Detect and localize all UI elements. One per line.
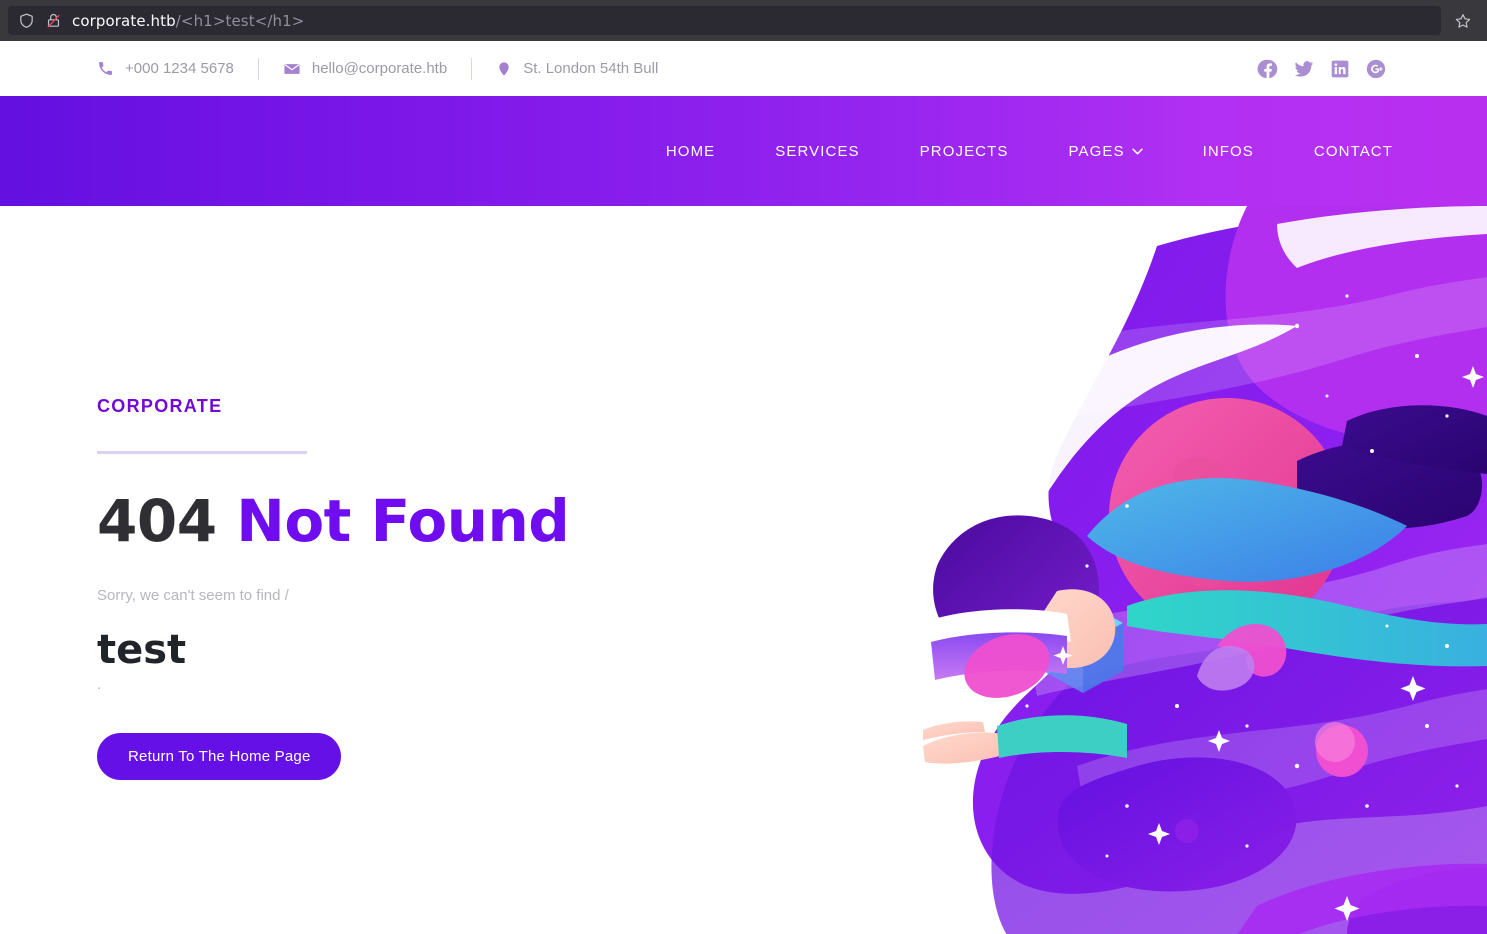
nav-item-pages[interactable]: PAGES <box>1068 133 1143 170</box>
url-path: /<h1>test</h1> <box>175 11 305 30</box>
url-text[interactable]: corporate.htb/<h1>test</h1> <box>72 12 304 30</box>
error-code: 404 <box>97 487 217 555</box>
location-pin-icon <box>496 60 512 78</box>
contact-separator <box>257 57 259 80</box>
contact-email[interactable]: hello@corporate.htb <box>283 60 447 78</box>
address-bar[interactable]: corporate.htb/<h1>test</h1> <box>8 6 1441 35</box>
return-home-button[interactable]: Return To The Home Page <box>97 732 342 780</box>
url-host: corporate.htb <box>72 11 176 30</box>
page-title: 404 Not Found <box>97 489 797 554</box>
lock-crossed-icon[interactable] <box>45 12 62 29</box>
contact-phone[interactable]: +000 1234 5678 <box>97 60 234 77</box>
nav-item-label: CONTACT <box>1313 142 1393 160</box>
twitter-icon[interactable] <box>1291 56 1317 82</box>
nav-item-label: PROJECTS <box>919 142 1009 160</box>
contact-email-label: hello@corporate.htb <box>311 60 448 77</box>
nav-item-home[interactable]: HOME <box>666 133 715 170</box>
nav-item-infos[interactable]: INFOS <box>1203 133 1254 170</box>
contact-group: +000 1234 5678 hello@corporate.htb St. L… <box>97 57 658 80</box>
nav-item-label: SERVICES <box>775 142 860 160</box>
injected-heading: test <box>97 626 187 673</box>
contact-separator <box>471 57 473 80</box>
bookmark-star-icon[interactable] <box>1447 6 1479 35</box>
hero-content: CORPORATE 404 Not Found Sorry, we can't … <box>97 396 797 780</box>
facebook-icon[interactable] <box>1255 56 1281 82</box>
social-links <box>1255 56 1389 82</box>
nav-item-projects[interactable]: PROJECTS <box>920 133 1009 170</box>
error-description: Sorry, we can't seem to find / <box>97 586 289 604</box>
nav-item-contact[interactable]: CONTACT <box>1314 133 1393 170</box>
top-contact-bar: +000 1234 5678 hello@corporate.htb St. L… <box>0 41 1487 96</box>
nav-item-label: INFOS <box>1202 142 1254 160</box>
page-eyebrow: CORPORATE <box>97 396 223 416</box>
google-plus-icon[interactable] <box>1363 56 1389 82</box>
title-divider <box>97 451 307 454</box>
nav-item-services[interactable]: SERVICES <box>775 133 859 170</box>
nav-item-label: HOME <box>665 142 716 160</box>
contact-address[interactable]: St. London 54th Bull <box>496 60 658 78</box>
injected-trailing-text: . <box>97 675 102 693</box>
browser-chrome: corporate.htb/<h1>test</h1> <box>0 0 1487 41</box>
shield-icon[interactable] <box>18 12 35 29</box>
contact-phone-label: +000 1234 5678 <box>125 60 234 77</box>
nav-list: HOME SERVICES PROJECTS PAGES INFOS CONTA… <box>666 133 1393 170</box>
contact-address-label: St. London 54th Bull <box>523 60 659 77</box>
phone-icon <box>97 60 114 77</box>
chevron-down-icon <box>1131 148 1143 155</box>
envelope-icon <box>283 60 301 78</box>
main-navigation: HOME SERVICES PROJECTS PAGES INFOS CONTA… <box>0 96 1487 206</box>
nav-item-label: PAGES <box>1068 142 1125 160</box>
linkedin-icon[interactable] <box>1327 56 1353 82</box>
astronaut-vr-space-illustration <box>827 206 1487 934</box>
error-title: Not Found <box>236 487 570 555</box>
hero-section: CORPORATE 404 Not Found Sorry, we can't … <box>0 206 1487 934</box>
